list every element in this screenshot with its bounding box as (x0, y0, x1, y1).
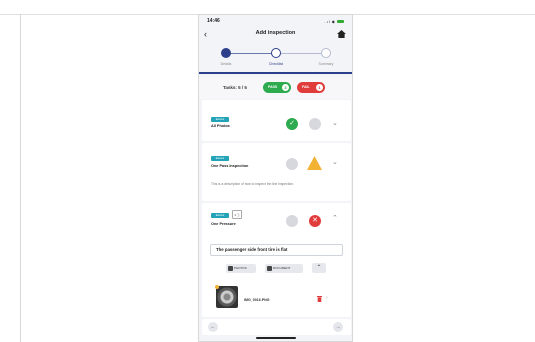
warning-icon[interactable] (307, 156, 322, 170)
progress-stepper: Details Checklist Summary (199, 45, 352, 75)
item-title: One Pass Inspection (211, 164, 249, 168)
checklist-item-3[interactable]: Exterior 1 ⓘ One Pressure ✕ ⌃ The passen… (202, 203, 351, 317)
checklist-item-2[interactable]: Exterior One Pass Inspection ⌄ This is a… (202, 143, 351, 201)
fail-x-icon[interactable]: ✕ (309, 215, 321, 227)
attachment-filename: IMG_0016.PNG (244, 298, 270, 302)
stepper-underline (199, 72, 352, 74)
camera-icon (228, 266, 233, 271)
fail-filter-pill[interactable]: FAIL 1 (297, 82, 325, 93)
pass-check-icon[interactable]: ✓ (286, 118, 298, 130)
bottom-nav-bar: ← → (202, 319, 351, 335)
home-icon[interactable] (337, 30, 346, 38)
phone-screen: 14:46 ..ıl ◆ ‹ Add inspection Details Ch… (198, 14, 353, 342)
document-label: DOCUMENT (273, 266, 291, 270)
home-indicator (255, 337, 296, 339)
step-dot-details[interactable] (221, 48, 231, 58)
photos-label: PHOTOS (234, 266, 247, 270)
checklist-item-1[interactable]: Exterior All Photos ✓ ⌄ (202, 100, 351, 141)
document-icon (267, 266, 272, 271)
previous-arrow-icon[interactable]: ← (208, 322, 218, 332)
chevron-up-icon[interactable]: ⌃ (332, 214, 338, 222)
category-tag: Exterior (211, 213, 229, 218)
step-label-summary: Summary (318, 62, 334, 66)
document-button[interactable]: DOCUMENT (265, 264, 303, 273)
fail-toggle-icon[interactable] (309, 118, 321, 130)
category-tag: Exterior (211, 117, 229, 122)
pass-count: 3 (282, 84, 289, 91)
pass-toggle-icon[interactable] (286, 158, 298, 170)
signal-icon: ..ıl ◆ (324, 19, 344, 24)
chevron-right-icon[interactable]: › (326, 295, 328, 301)
tasks-bar: Tasks: 5 / 5 PASS 3 FAIL 1 (199, 77, 352, 99)
attachment-count-badge: 1 ⓘ (232, 210, 242, 219)
page-title: Add inspection (255, 30, 296, 36)
pass-toggle-icon[interactable] (286, 215, 298, 227)
fail-count: 1 (316, 84, 323, 91)
step-label-checklist: Checklist (268, 62, 284, 66)
pass-filter-pill[interactable]: PASS 3 (263, 82, 291, 93)
item-description: This is a description of how to inspect … (211, 182, 295, 186)
next-arrow-icon[interactable]: → (333, 322, 343, 332)
status-time: 14:46 (207, 18, 220, 24)
trash-icon[interactable] (317, 296, 322, 302)
step-dot-checklist[interactable] (271, 48, 281, 58)
step-line-1 (228, 53, 276, 54)
signal-text: ..ıl ◆ (323, 19, 336, 24)
battery-icon (337, 20, 344, 24)
category-tag: Exterior (211, 156, 229, 161)
step-label-details: Details (220, 62, 232, 66)
chevron-down-icon[interactable]: ⌄ (332, 119, 338, 127)
step-line-2 (281, 53, 321, 54)
chevron-down-icon[interactable]: ⌄ (332, 158, 338, 166)
pass-label: PASS (268, 85, 278, 89)
nav-bar: ‹ Add inspection (199, 28, 352, 42)
step-dot-summary[interactable] (321, 48, 331, 58)
collapse-actions-button[interactable]: ⌃ (312, 263, 326, 273)
item-title: One Pressure (211, 222, 236, 226)
frame-left-line (20, 14, 21, 342)
photos-button[interactable]: PHOTOS (226, 264, 256, 273)
attachment-thumbnail[interactable] (216, 286, 238, 308)
status-bar: 14:46 ..ıl ◆ (199, 15, 352, 28)
fail-label: FAIL (302, 85, 310, 89)
tasks-label: Tasks: 5 / 5 (223, 85, 247, 90)
comment-input[interactable]: The passenger side front tire is flat (210, 244, 343, 256)
thumbnail-flag-icon (215, 285, 219, 289)
item-title: All Photos (211, 124, 230, 128)
